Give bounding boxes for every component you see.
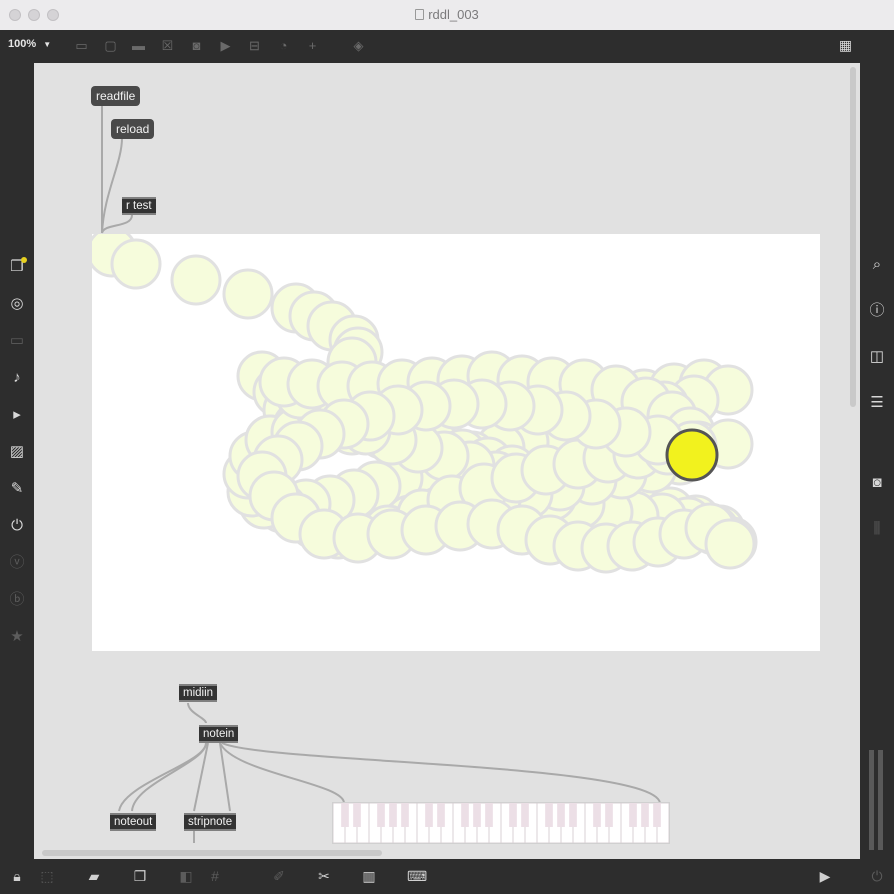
patch-cord (187, 702, 207, 724)
black-key[interactable] (353, 803, 361, 827)
stripnote-object[interactable]: stripnote (184, 813, 237, 831)
notification-dot (21, 257, 27, 263)
title-bar: rddl_003 (0, 0, 894, 31)
grid-icon[interactable]: # (206, 867, 224, 885)
level-meter-right (878, 750, 883, 850)
add-icon[interactable]: + (305, 38, 320, 53)
black-key[interactable] (557, 803, 565, 827)
receive-test-object[interactable]: r test (122, 197, 156, 215)
b-circle-icon[interactable]: ⓑ (7, 590, 27, 610)
black-key[interactable] (437, 803, 445, 827)
v-circle-icon[interactable]: ⓥ (7, 553, 27, 573)
snapshot-icon[interactable]: ◙ (867, 473, 887, 493)
vertical-scrollbar[interactable] (850, 67, 856, 407)
device-icon[interactable]: ▭ (7, 331, 27, 351)
comment-icon[interactable]: ▬ (131, 38, 146, 53)
black-key[interactable] (377, 803, 385, 827)
message-icon[interactable]: ▶ (218, 38, 233, 53)
piano-icon[interactable]: ▥ (360, 867, 378, 885)
info-icon[interactable]: ⓘ (867, 301, 887, 321)
lcd-drawing (92, 234, 758, 574)
mixer-icon[interactable]: ⫼ (867, 519, 887, 539)
readfile-message[interactable]: readfile (91, 86, 141, 106)
patch-cord (118, 742, 207, 812)
keyboard-keys (332, 802, 670, 844)
power-icon[interactable]: ⏻ (868, 867, 886, 885)
toolbar: 100% ▼ ▭ ▢ ▬ ☒ ◙ ▶ ⊟ ◔ + ◈ ▦ (0, 30, 894, 63)
black-key[interactable] (521, 803, 529, 827)
black-key[interactable] (641, 803, 649, 827)
list-icon[interactable]: ☰ (867, 393, 887, 413)
level-meter-left (869, 750, 874, 850)
zoom-menu[interactable]: 100% ▼ (8, 38, 51, 50)
midiin-object[interactable]: midiin (179, 684, 218, 702)
clip-icon[interactable]: ✎ (7, 479, 27, 499)
play-icon[interactable]: ▶ (816, 867, 834, 885)
button-icon[interactable]: ☒ (160, 38, 175, 53)
slider-icon[interactable]: ⊟ (247, 38, 262, 53)
presentation-icon[interactable]: ▭ (74, 38, 89, 53)
edit-icon[interactable]: ⬚ (38, 867, 56, 885)
patch-cord (101, 137, 123, 234)
black-key[interactable] (485, 803, 493, 827)
trail-circle (110, 238, 162, 290)
reload-message[interactable]: reload (111, 119, 155, 139)
image-icon[interactable]: ▨ (7, 442, 27, 462)
bottom-toolbar: 🔒︎ ⬚ ▰ ❐ ◧ # ✐ ✂ ▥ ⌨ ▶ ⏻ (0, 859, 894, 894)
objects-icon[interactable]: ❒ (7, 257, 27, 277)
trail-circle (704, 518, 756, 570)
patch-cord (101, 214, 133, 234)
kslider-keyboard[interactable] (332, 802, 670, 844)
paint-bucket-icon[interactable]: ◈ (351, 38, 366, 53)
black-key[interactable] (473, 803, 481, 827)
windows-icon[interactable]: ❐ (131, 867, 149, 885)
star-icon[interactable]: ★ (7, 627, 27, 647)
document-icon (415, 9, 425, 20)
right-sidebar: ⌕ ⓘ ◫ ☰ ◙ ⫼ (860, 63, 894, 859)
noteout-object[interactable]: noteout (110, 813, 157, 831)
search-icon[interactable]: ⌕ (867, 255, 887, 275)
grid-icon[interactable]: ▦ (838, 38, 853, 53)
current-position-circle (665, 428, 719, 482)
comment-box-icon[interactable]: ▢ (103, 38, 118, 53)
black-key[interactable] (425, 803, 433, 827)
patch-cord (221, 742, 661, 804)
lock-icon[interactable]: 🔒︎ (8, 867, 26, 885)
horizontal-scrollbar[interactable] (42, 850, 382, 856)
black-key[interactable] (341, 803, 349, 827)
dial-icon[interactable]: ◔ (276, 38, 291, 53)
black-key[interactable] (569, 803, 577, 827)
left-sidebar: ❒ ◎ ▭ ♪ ▸ ▨ ✎ ⏻ ⓥ ⓑ ★ (0, 63, 34, 859)
wrench-icon[interactable]: ✂ (315, 867, 333, 885)
black-key[interactable] (629, 803, 637, 827)
black-key[interactable] (389, 803, 397, 827)
plug-icon[interactable]: ⏻ (7, 516, 27, 536)
black-key[interactable] (545, 803, 553, 827)
keyboard-icon[interactable]: ⌨ (407, 867, 427, 885)
toggle-icon[interactable]: ◙ (189, 38, 204, 53)
patcher-canvas[interactable]: readfile reload r test midiin notein not… (34, 63, 860, 859)
black-key[interactable] (401, 803, 409, 827)
black-key[interactable] (653, 803, 661, 827)
black-key[interactable] (593, 803, 601, 827)
notein-object[interactable]: notein (199, 725, 239, 743)
lcd-display[interactable] (92, 234, 820, 651)
window-title: rddl_003 (0, 7, 894, 22)
presentation-icon[interactable]: ▰ (85, 867, 103, 885)
trail-circle (170, 254, 222, 306)
black-key[interactable] (461, 803, 469, 827)
patch-cord (131, 742, 207, 812)
record-icon[interactable]: ◎ (7, 294, 27, 314)
reference-icon[interactable]: ◫ (867, 347, 887, 367)
black-key[interactable] (605, 803, 613, 827)
black-key[interactable] (509, 803, 517, 827)
hide-icon[interactable]: ◧ (177, 867, 195, 885)
music-note-icon[interactable]: ♪ (7, 368, 27, 388)
playlist-icon[interactable]: ▸ (7, 405, 27, 425)
trail-circle (222, 268, 274, 320)
patch-cord-icon[interactable]: ✐ (270, 867, 288, 885)
